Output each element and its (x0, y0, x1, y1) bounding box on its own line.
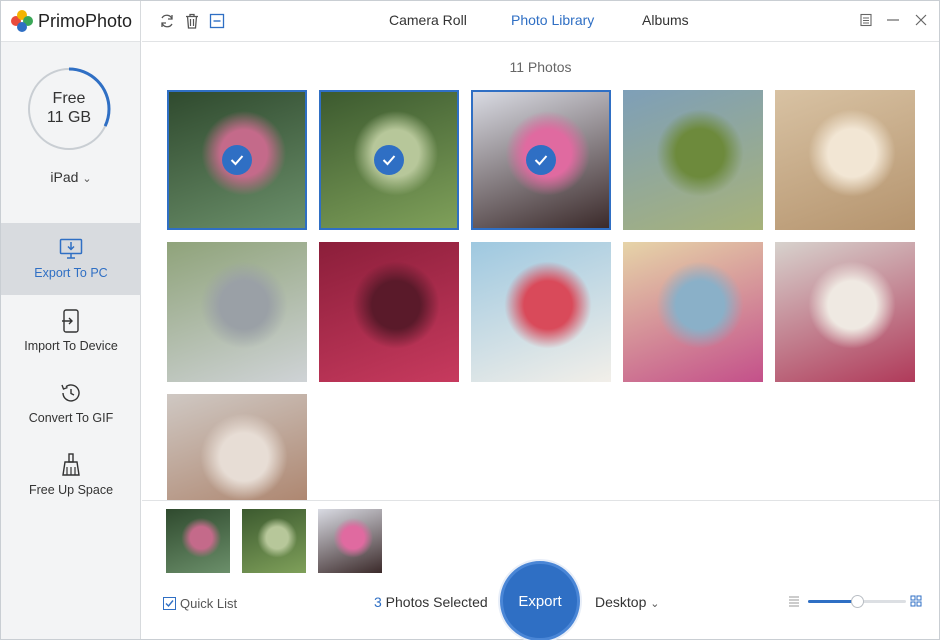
zoom-slider[interactable] (808, 595, 906, 608)
sidebar-item-label: Export To PC (34, 266, 108, 280)
photo-tile[interactable] (167, 394, 307, 500)
export-button[interactable]: Export (500, 561, 580, 640)
quick-list-thumbnail[interactable] (318, 509, 382, 573)
quick-list-thumbnail[interactable] (242, 509, 306, 573)
zoom-slider-knob[interactable] (851, 595, 864, 608)
list-view-icon[interactable] (788, 595, 800, 607)
photo-thumbnail (167, 394, 307, 500)
selection-count: 3 (374, 594, 382, 610)
tab-camera-roll[interactable]: Camera Roll (389, 12, 467, 28)
zoom-control (788, 594, 923, 608)
photo-tile[interactable] (775, 90, 915, 230)
photo-thumbnail (319, 242, 459, 382)
destination-label: Desktop (595, 594, 647, 610)
tab-albums[interactable]: Albums (642, 12, 689, 28)
history-clock-icon (61, 384, 80, 402)
app-name: PrimoPhoto (38, 10, 133, 31)
quick-list-checkbox[interactable] (163, 597, 176, 610)
minimize-icon[interactable] (886, 13, 900, 27)
photo-thumbnail (623, 242, 763, 382)
device-selector[interactable]: iPad ⌄ (1, 169, 141, 185)
selected-check-icon (526, 145, 556, 175)
photo-grid (167, 90, 927, 500)
broom-icon (62, 453, 80, 476)
sidebar: PrimoPhoto Free 11 GB iPad ⌄ Export To P… (1, 1, 141, 639)
tab-photo-library[interactable]: Photo Library (511, 12, 594, 28)
tab-bar: Camera Roll Photo Library Albums (142, 1, 939, 41)
zoom-slider-fill (808, 600, 857, 603)
photo-tile[interactable] (623, 90, 763, 230)
chevron-down-icon: ⌄ (82, 173, 92, 185)
photo-tile[interactable] (319, 242, 459, 382)
primophoto-logo-icon (11, 10, 33, 32)
destination-selector[interactable]: Desktop ⌄ (595, 594, 659, 610)
storage-label-size: 11 GB (46, 109, 92, 126)
sidebar-item-convert-to-gif[interactable]: Convert To GIF (1, 367, 141, 439)
menu-icon[interactable] (859, 13, 873, 27)
sidebar-item-label: Import To Device (24, 339, 118, 353)
photo-count: 11 Photos (509, 59, 572, 75)
device-import-icon (62, 309, 79, 333)
monitor-download-icon (59, 238, 83, 259)
sidebar-nav: Export To PC Import To Device Convert To… (1, 223, 141, 511)
storage-ring: Free 11 GB (27, 67, 111, 151)
photo-tile[interactable] (167, 90, 307, 230)
photo-thumbnail (167, 242, 307, 382)
quick-list-thumbnail[interactable] (166, 509, 230, 573)
sidebar-item-import-to-device[interactable]: Import To Device (1, 295, 141, 367)
sidebar-item-label: Free Up Space (28, 483, 114, 497)
photo-tile[interactable] (775, 242, 915, 382)
quick-list-toggle[interactable]: Quick List (163, 596, 237, 611)
photo-tile[interactable] (471, 90, 611, 230)
checkmark-icon (165, 600, 174, 608)
photo-thumbnail (775, 242, 915, 382)
photo-thumbnail (623, 90, 763, 230)
selected-check-icon (222, 145, 252, 175)
bottom-bar: Quick List 3 Photos Selected Export Desk… (142, 561, 939, 640)
app-window: PrimoPhoto Free 11 GB iPad ⌄ Export To P… (0, 0, 940, 640)
photo-thumbnail (471, 242, 611, 382)
brand: PrimoPhoto (1, 1, 140, 42)
grid-view-icon[interactable] (910, 595, 922, 607)
sidebar-item-free-up-space[interactable]: Free Up Space (1, 439, 141, 511)
quick-list-label: Quick List (180, 596, 238, 611)
device-name: iPad (50, 169, 79, 185)
storage-label-free: Free (52, 90, 86, 107)
photo-tile[interactable] (623, 242, 763, 382)
selection-status: 3 Photos Selected (374, 594, 488, 610)
photo-tile[interactable] (471, 242, 611, 382)
storage-label: Free 11 GB (27, 89, 111, 127)
selected-check-icon (374, 145, 404, 175)
photo-thumbnail (775, 90, 915, 230)
chevron-down-icon: ⌄ (650, 598, 660, 610)
selection-suffix: Photos Selected (381, 594, 488, 610)
sidebar-item-label: Convert To GIF (28, 411, 114, 425)
sidebar-item-export-to-pc[interactable]: Export To PC (1, 223, 141, 295)
close-icon[interactable] (914, 13, 928, 27)
photo-tile[interactable] (167, 242, 307, 382)
top-bar: Camera Roll Photo Library Albums (142, 1, 939, 42)
photo-tile[interactable] (319, 90, 459, 230)
